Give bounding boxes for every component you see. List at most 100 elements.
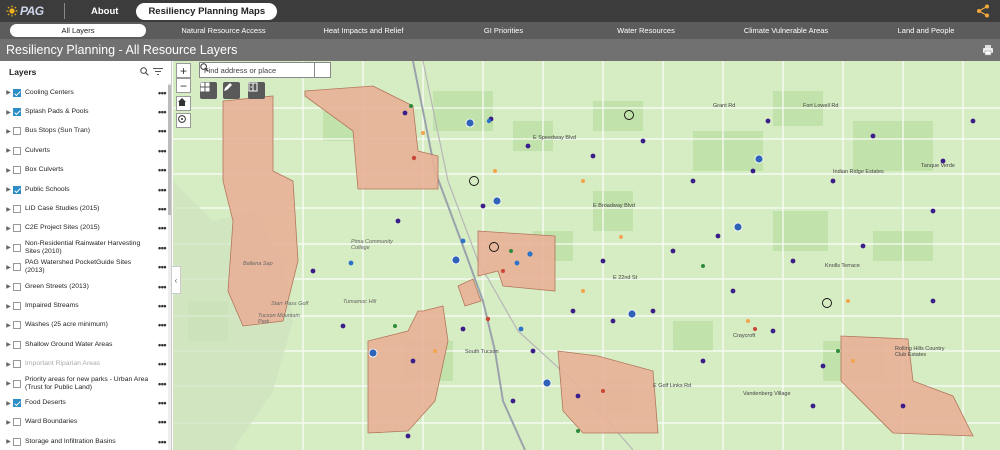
more-options-icon[interactable]: ••• <box>152 165 166 175</box>
more-options-icon[interactable]: ••• <box>152 359 166 369</box>
layer-row[interactable]: ▶ Ward Boundaries ••• <box>0 413 166 432</box>
layer-row[interactable]: ▶ Impaired Streams ••• <box>0 296 166 315</box>
layer-visibility-checkbox[interactable] <box>13 243 21 252</box>
tab-heat-impacts-and-relief[interactable]: Heat Impacts and Relief <box>301 24 426 37</box>
layer-visibility-checkbox[interactable] <box>13 224 21 233</box>
zoom-in-button[interactable]: + <box>176 63 191 78</box>
more-options-icon[interactable]: ••• <box>152 204 166 214</box>
more-options-icon[interactable]: ••• <box>152 398 166 408</box>
expand-caret-icon[interactable]: ▶ <box>4 244 13 251</box>
more-options-icon[interactable]: ••• <box>152 146 166 156</box>
more-options-icon[interactable]: ••• <box>152 88 166 98</box>
address-search-input[interactable] <box>200 63 314 77</box>
tab-water-resources[interactable]: Water Resources <box>581 24 711 37</box>
layer-row[interactable]: ▶ PAG Watershed PocketGuide Sites (2013) •… <box>0 258 166 277</box>
more-options-icon[interactable]: ••• <box>152 107 166 117</box>
home-button[interactable] <box>176 96 191 111</box>
layer-visibility-checkbox[interactable] <box>13 185 21 194</box>
tab-natural-resource-access[interactable]: Natural Resource Access <box>146 24 301 37</box>
layer-row[interactable]: ▶ Food Deserts ••• <box>0 393 166 412</box>
layer-visibility-checkbox[interactable] <box>13 437 21 446</box>
more-options-icon[interactable]: ••• <box>152 340 166 350</box>
map-canvas[interactable] <box>173 61 1000 450</box>
layer-row[interactable]: ▶ Shallow Ground Water Areas ••• <box>0 335 166 354</box>
more-options-icon[interactable]: ••• <box>152 243 166 253</box>
more-options-icon[interactable]: ••• <box>152 301 166 311</box>
more-options-icon[interactable]: ••• <box>152 126 166 136</box>
layers-scrollbar-thumb[interactable] <box>168 85 171 215</box>
expand-caret-icon[interactable]: ▶ <box>4 128 13 135</box>
share-icon[interactable] <box>976 4 990 18</box>
layer-visibility-checkbox[interactable] <box>13 166 21 175</box>
layer-visibility-checkbox[interactable] <box>13 263 21 272</box>
layer-row[interactable]: ▶ Culverts ••• <box>0 141 166 160</box>
tab-land-and-people[interactable]: Land and People <box>861 24 991 37</box>
expand-caret-icon[interactable]: ▶ <box>4 264 13 271</box>
layer-visibility-checkbox[interactable] <box>13 302 21 311</box>
print-icon[interactable] <box>982 44 994 56</box>
layer-visibility-checkbox[interactable] <box>13 205 21 214</box>
layer-row[interactable]: ▶ Bus Stops (Sun Tran) ••• <box>0 122 166 141</box>
legend-button[interactable] <box>248 82 265 99</box>
locate-button[interactable] <box>176 113 191 128</box>
expand-caret-icon[interactable]: ▶ <box>4 361 13 368</box>
layer-visibility-checkbox[interactable] <box>13 321 21 330</box>
expand-caret-icon[interactable]: ▶ <box>4 206 13 213</box>
expand-caret-icon[interactable]: ▶ <box>4 380 13 387</box>
layer-row[interactable]: ▶ Priority areas for new parks - Urban Ar… <box>0 374 166 393</box>
layer-visibility-checkbox[interactable] <box>13 88 21 97</box>
basemap-gallery-button[interactable] <box>200 82 217 99</box>
layer-row[interactable]: ▶ C2E Project Sites (2015) ••• <box>0 219 166 238</box>
expand-caret-icon[interactable]: ▶ <box>4 303 13 310</box>
expand-caret-icon[interactable]: ▶ <box>4 419 13 426</box>
filter-icon[interactable] <box>153 67 163 76</box>
more-options-icon[interactable]: ••• <box>152 417 166 427</box>
layer-visibility-checkbox[interactable] <box>13 399 21 408</box>
tab-all-layers[interactable]: All Layers <box>10 24 146 37</box>
nav-about[interactable]: About <box>79 3 130 20</box>
layer-visibility-checkbox[interactable] <box>13 360 21 369</box>
expand-caret-icon[interactable]: ▶ <box>4 89 13 96</box>
expand-caret-icon[interactable]: ▶ <box>4 400 13 407</box>
layer-row[interactable]: ▶ Washes (25 acre minimum) ••• <box>0 316 166 335</box>
expand-caret-icon[interactable]: ▶ <box>4 341 13 348</box>
layer-row[interactable]: ▶ Cooling Centers ••• <box>0 83 166 102</box>
expand-caret-icon[interactable]: ▶ <box>4 225 13 232</box>
expand-caret-icon[interactable]: ▶ <box>4 167 13 174</box>
layer-visibility-checkbox[interactable] <box>13 108 21 117</box>
layer-row[interactable]: ▶ Public Schools ••• <box>0 180 166 199</box>
search-icon[interactable] <box>140 67 149 76</box>
layer-row[interactable]: ▶ Storage and Infiltration Basins ••• <box>0 432 166 450</box>
tab-gi-priorities[interactable]: GI Priorities <box>426 24 581 37</box>
measure-tool-button[interactable] <box>223 82 240 99</box>
more-options-icon[interactable]: ••• <box>152 185 166 195</box>
expand-caret-icon[interactable]: ▶ <box>4 438 13 445</box>
nav-resiliency-planning-maps[interactable]: Resiliency Planning Maps <box>136 2 278 20</box>
layer-row[interactable]: ▶ Box Culverts ••• <box>0 161 166 180</box>
expand-caret-icon[interactable]: ▶ <box>4 322 13 329</box>
layer-row[interactable]: ▶ Splash Pads & Pools ••• <box>0 102 166 121</box>
expand-caret-icon[interactable]: ▶ <box>4 147 13 154</box>
expand-caret-icon[interactable]: ▶ <box>4 109 13 116</box>
more-options-icon[interactable]: ••• <box>152 437 166 447</box>
layer-row[interactable]: ▶ Important Riparian Areas ••• <box>0 355 166 374</box>
map-view[interactable]: Tanque Verde Indian Ridge Estates Knolls… <box>173 61 1000 450</box>
more-options-icon[interactable]: ••• <box>152 223 166 233</box>
layer-visibility-checkbox[interactable] <box>13 340 21 349</box>
address-search-button[interactable] <box>200 63 330 77</box>
layer-visibility-checkbox[interactable] <box>13 418 21 427</box>
more-options-icon[interactable]: ••• <box>152 320 166 330</box>
layer-visibility-checkbox[interactable] <box>13 282 21 291</box>
more-options-icon[interactable]: ••• <box>152 282 166 292</box>
expand-caret-icon[interactable]: ▶ <box>4 186 13 193</box>
layer-row[interactable]: ▶ LID Case Studies (2015) ••• <box>0 199 166 218</box>
layer-visibility-checkbox[interactable] <box>13 379 21 388</box>
layer-row[interactable]: ▶ Non-Residential Rainwater Harvesting Si… <box>0 238 166 257</box>
layer-visibility-checkbox[interactable] <box>13 146 21 155</box>
expand-caret-icon[interactable]: ▶ <box>4 283 13 290</box>
pag-logo[interactable]: PAG <box>6 3 52 19</box>
collapse-panel-button[interactable]: ‹ <box>172 266 181 294</box>
zoom-out-button[interactable]: − <box>176 78 191 93</box>
layer-row[interactable]: ▶ Green Streets (2013) ••• <box>0 277 166 296</box>
layer-visibility-checkbox[interactable] <box>13 127 21 136</box>
